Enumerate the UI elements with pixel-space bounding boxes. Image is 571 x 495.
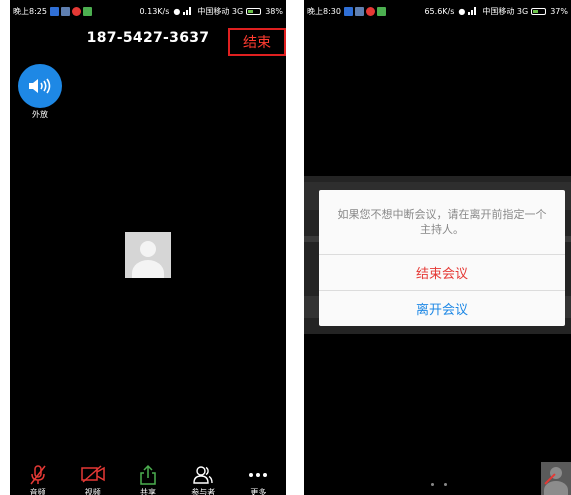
status-time: 晚上8:25	[13, 6, 47, 16]
network-speed: 0.13K/s	[139, 6, 170, 16]
battery-icon	[531, 7, 547, 15]
app-notification-icon	[60, 6, 70, 16]
participants-label: 参与者	[191, 488, 216, 495]
status-bar: 晚上8:30 65.6K/s ● 中国移动 3G 37%	[304, 0, 571, 22]
app-notification-icon	[376, 6, 386, 16]
more-label: 更多	[250, 488, 267, 495]
wifi-icon: ●	[173, 6, 181, 16]
wifi-icon: ●	[458, 6, 466, 16]
share-icon	[140, 464, 156, 485]
battery-percent: 37%	[550, 6, 568, 16]
avatar	[125, 232, 171, 278]
carrier-label: 中国移动 3G	[197, 6, 244, 16]
call-screen: 晚上8:25 0.13K/s ● 中国移动 3G 38% 187-5427-36…	[10, 0, 286, 495]
audio-label: 音频	[29, 488, 46, 495]
dialog-message: 如果您不想中断会议，请在离开前指定一个主持人。	[337, 208, 547, 236]
meeting-toolbar: 音频 视频 共享 参与者 更多	[10, 460, 286, 495]
battery-percent: 38%	[265, 6, 283, 16]
end-meeting-button[interactable]: 结束会议	[319, 254, 565, 290]
audio-button[interactable]: 音频	[10, 460, 65, 495]
speaker-icon	[29, 78, 51, 94]
network-speed: 65.6K/s	[424, 6, 455, 16]
leave-meeting-screen: 晚上8:30 65.6K/s ● 中国移动 3G 37% 如果您不想中断会议，请…	[304, 0, 571, 495]
page-indicator	[431, 483, 447, 486]
signal-icon	[183, 7, 193, 15]
participants-icon	[193, 466, 213, 484]
more-icon	[249, 473, 268, 477]
speaker-label: 外放	[32, 110, 48, 119]
share-button[interactable]: 共享	[120, 460, 175, 495]
app-notification-icon	[343, 6, 353, 16]
speaker-button[interactable]	[18, 64, 62, 108]
video-off-icon	[81, 465, 105, 483]
video-label: 视频	[84, 488, 101, 495]
leave-meeting-dialog: 如果您不想中断会议，请在离开前指定一个主持人。 结束会议 离开会议	[319, 190, 565, 326]
leave-meeting-button[interactable]: 离开会议	[319, 290, 565, 326]
share-label: 共享	[140, 488, 156, 495]
mic-muted-icon	[30, 465, 46, 485]
video-button[interactable]: 视频	[65, 460, 120, 495]
app-notification-icon	[354, 6, 364, 16]
app-notification-icon	[49, 6, 59, 16]
app-notification-icon	[82, 6, 92, 16]
app-notification-icon	[365, 6, 375, 16]
end-call-button[interactable]: 结束	[228, 28, 286, 56]
status-time: 晚上8:30	[307, 6, 341, 16]
signal-icon	[468, 7, 478, 15]
status-bar: 晚上8:25 0.13K/s ● 中国移动 3G 38%	[10, 0, 286, 22]
more-button[interactable]: 更多	[231, 460, 286, 495]
app-notification-icon	[71, 6, 81, 16]
participants-button[interactable]: 参与者	[176, 460, 231, 495]
carrier-label: 中国移动 3G	[482, 6, 529, 16]
battery-icon	[246, 7, 262, 15]
self-video-thumbnail[interactable]	[541, 462, 571, 495]
